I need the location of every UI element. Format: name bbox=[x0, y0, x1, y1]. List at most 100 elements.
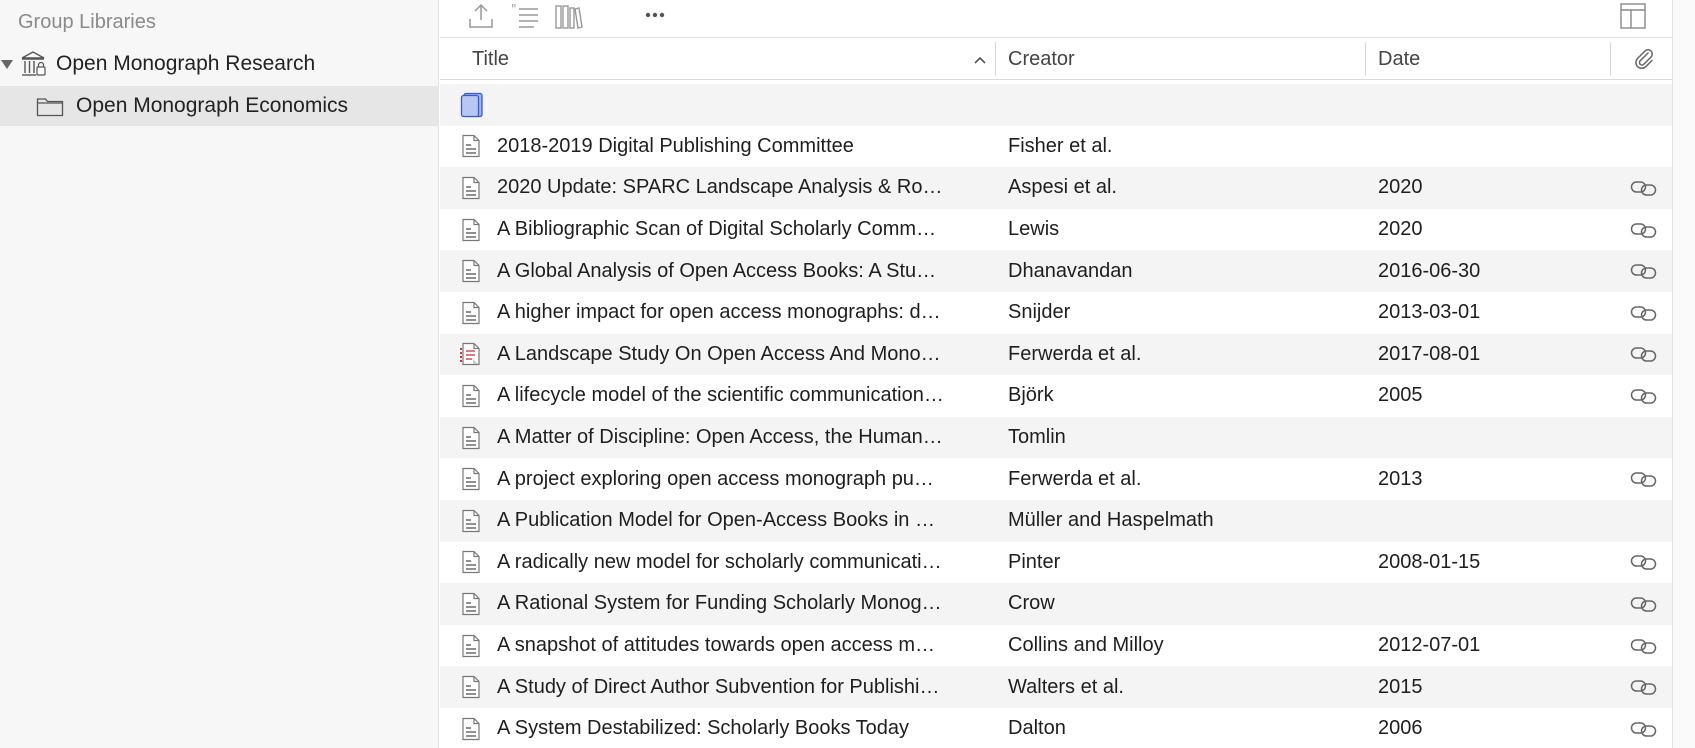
zotero-window: Group Libraries Open Monograph Research bbox=[0, 0, 1695, 748]
column-divider[interactable] bbox=[1365, 42, 1366, 76]
item-title: 2020 Update: SPARC Landscape Analysis & … bbox=[497, 176, 943, 199]
item-date: 2013 bbox=[1378, 467, 1423, 490]
item-creator: Ferwerda et al. bbox=[1008, 467, 1142, 490]
item-creator: Pinter bbox=[1008, 550, 1061, 573]
item-row[interactable]: A Global Analysis of Open Access Books: … bbox=[440, 250, 1672, 292]
link-attachment-icon[interactable] bbox=[1624, 375, 1664, 417]
item-row[interactable]: A Landscape Study On Open Access And Mon… bbox=[440, 333, 1672, 376]
item-date: 2006 bbox=[1378, 717, 1423, 740]
item-creator: Crow bbox=[1008, 592, 1055, 615]
item-creator: Björk bbox=[1008, 384, 1054, 407]
items-table-header: Title Creator Date bbox=[440, 38, 1672, 80]
item-date: 2008-01-15 bbox=[1378, 550, 1481, 573]
item-row[interactable]: A Rational System for Funding Scholarly … bbox=[440, 583, 1672, 625]
item-row[interactable]: A Study of Direct Author Subvention for … bbox=[440, 666, 1672, 708]
link-attachment-icon[interactable] bbox=[1624, 708, 1664, 748]
item-creator: Walters et al. bbox=[1008, 675, 1124, 698]
column-header-title[interactable]: Title bbox=[472, 38, 509, 80]
item-row[interactable] bbox=[440, 84, 1672, 126]
item-title: A radically new model for scholarly comm… bbox=[497, 550, 942, 573]
link-attachment-icon[interactable] bbox=[1624, 542, 1664, 584]
item-date bbox=[1378, 583, 1598, 625]
export-icon[interactable] bbox=[466, 2, 496, 30]
item-row[interactable]: A higher impact for open access monograp… bbox=[440, 291, 1672, 334]
item-row[interactable]: A Bibliographic Scan of Digital Scholarl… bbox=[440, 208, 1672, 251]
item-title: A Study of Direct Author Subvention for … bbox=[497, 675, 940, 698]
item-title: A Matter of Discipline: Open Access, the… bbox=[497, 426, 943, 449]
item-title: A System Destabilized: Scholarly Books T… bbox=[497, 717, 910, 740]
book-icon bbox=[460, 84, 484, 126]
column-divider[interactable] bbox=[1610, 42, 1611, 76]
item-row[interactable]: 2020 Update: SPARC Landscape Analysis & … bbox=[440, 167, 1672, 209]
link-attachment-icon[interactable] bbox=[1624, 666, 1664, 708]
item-title: A higher impact for open access monograp… bbox=[497, 301, 941, 324]
document-icon bbox=[460, 126, 484, 168]
library-lookup-icon[interactable] bbox=[554, 2, 584, 30]
link-attachment-icon[interactable] bbox=[1624, 167, 1664, 209]
more-icon[interactable] bbox=[640, 2, 670, 30]
sort-ascending-icon[interactable] bbox=[973, 51, 987, 74]
item-title: A snapshot of attitudes towards open acc… bbox=[497, 634, 936, 657]
collection-item-open-monograph-economics[interactable]: Open Monograph Economics bbox=[0, 86, 438, 126]
document-icon bbox=[460, 292, 484, 334]
item-date: 2016-06-30 bbox=[1378, 259, 1481, 282]
item-creator: Fisher et al. bbox=[1008, 134, 1113, 157]
item-date bbox=[1378, 126, 1598, 168]
link-attachment-icon[interactable] bbox=[1624, 583, 1664, 625]
item-creator: Ferwerda et al. bbox=[1008, 342, 1142, 365]
item-creator: Tomlin bbox=[1008, 426, 1066, 449]
item-row[interactable]: A Matter of Discipline: Open Access, the… bbox=[440, 416, 1672, 459]
expand-triangle-icon[interactable] bbox=[1, 59, 13, 69]
item-date bbox=[1378, 500, 1598, 542]
item-date: 2015 bbox=[1378, 675, 1423, 698]
folder-icon bbox=[36, 95, 64, 117]
document-icon bbox=[460, 708, 484, 748]
column-divider[interactable] bbox=[995, 42, 996, 76]
document-icon bbox=[460, 375, 484, 417]
collection-label: Open Monograph Economics bbox=[76, 94, 348, 117]
link-attachment-icon[interactable] bbox=[1624, 292, 1664, 334]
item-title: 2018-2019 Digital Publishing Committee bbox=[497, 134, 854, 157]
item-date bbox=[1378, 84, 1598, 126]
svg-text:": " bbox=[511, 2, 517, 16]
item-row[interactable]: A snapshot of attitudes towards open acc… bbox=[440, 624, 1672, 667]
item-creator: Lewis bbox=[1008, 218, 1060, 241]
document-icon bbox=[460, 458, 484, 500]
link-attachment-icon[interactable] bbox=[1624, 458, 1664, 500]
group-library-item[interactable]: Open Monograph Research bbox=[0, 44, 438, 84]
item-date bbox=[1378, 417, 1598, 459]
items-toolbar: " bbox=[440, 0, 1672, 38]
column-header-creator[interactable]: Creator bbox=[1008, 38, 1075, 80]
column-picker-icon[interactable] bbox=[1618, 2, 1648, 30]
item-title: A Publication Model for Open-Access Book… bbox=[497, 509, 935, 532]
link-attachment-icon[interactable] bbox=[1624, 625, 1664, 667]
document-icon bbox=[460, 167, 484, 209]
group-library-label: Open Monograph Research bbox=[56, 52, 316, 75]
item-title: A Landscape Study On Open Access And Mon… bbox=[497, 342, 941, 365]
collections-sidebar: Group Libraries Open Monograph Research bbox=[0, 0, 439, 748]
item-row[interactable]: A radically new model for scholarly comm… bbox=[440, 541, 1672, 584]
column-header-date[interactable]: Date bbox=[1378, 38, 1420, 80]
item-date: 2005 bbox=[1378, 384, 1423, 407]
link-attachment-icon[interactable] bbox=[1624, 250, 1664, 292]
item-title: A Global Analysis of Open Access Books: … bbox=[497, 259, 937, 282]
window-edge bbox=[1672, 0, 1695, 748]
document-icon bbox=[460, 583, 484, 625]
item-row[interactable]: A lifecycle model of the scientific comm… bbox=[440, 375, 1672, 417]
item-title: A Rational System for Funding Scholarly … bbox=[497, 592, 942, 615]
link-attachment-icon[interactable] bbox=[1624, 209, 1664, 251]
item-row[interactable]: A project exploring open access monograp… bbox=[440, 458, 1672, 500]
item-row[interactable]: A System Destabilized: Scholarly Books T… bbox=[440, 707, 1672, 748]
item-row[interactable]: 2018-2019 Digital Publishing Committee Fi… bbox=[440, 125, 1672, 168]
item-date: 2017-08-01 bbox=[1378, 342, 1481, 365]
group-libraries-heading: Group Libraries bbox=[18, 11, 156, 33]
paperclip-icon[interactable] bbox=[1624, 38, 1664, 80]
create-bibliography-icon[interactable]: " bbox=[510, 2, 540, 30]
item-row[interactable]: A Publication Model for Open-Access Book… bbox=[440, 499, 1672, 542]
document-icon bbox=[460, 500, 484, 542]
item-date: 2012-07-01 bbox=[1378, 634, 1481, 657]
items-list: 2018-2019 Digital Publishing Committee Fi… bbox=[440, 84, 1672, 748]
link-attachment-icon[interactable] bbox=[1624, 334, 1664, 376]
document-icon bbox=[460, 417, 484, 459]
item-date: 2020 bbox=[1378, 218, 1423, 241]
